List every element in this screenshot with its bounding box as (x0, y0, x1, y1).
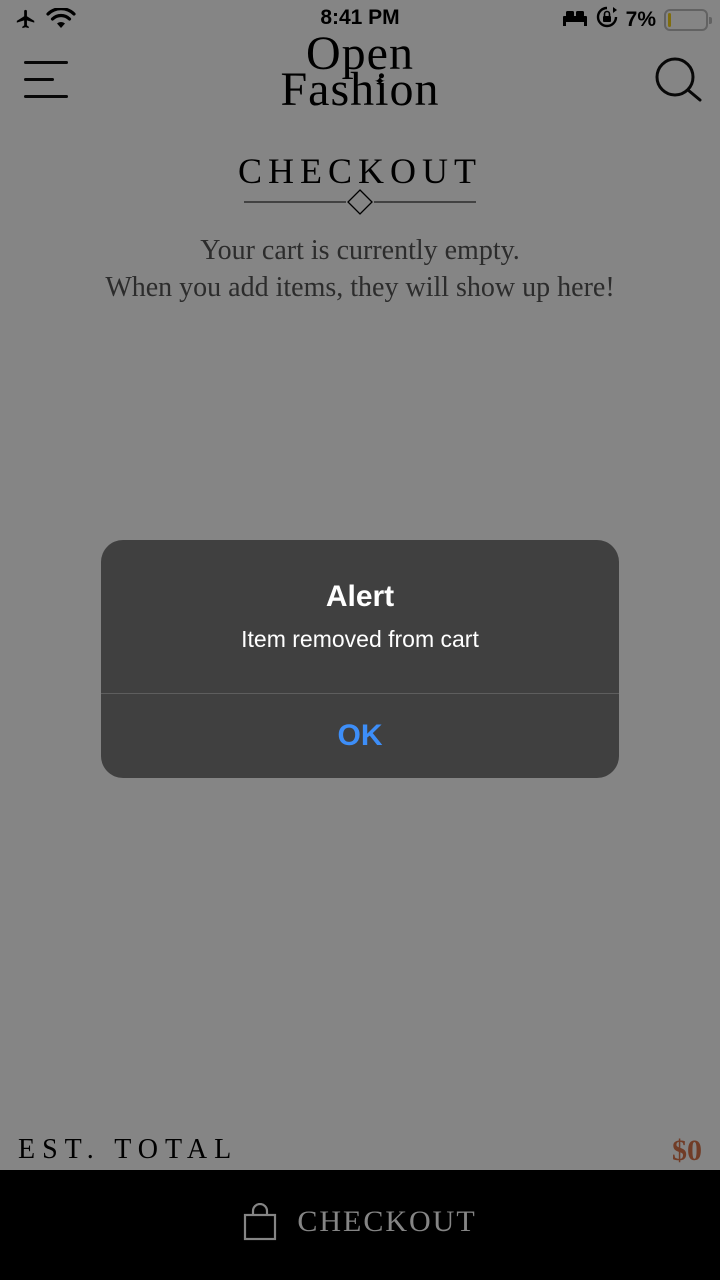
alert-title: Alert (325, 580, 395, 613)
alert-ok-button[interactable]: OK (101, 694, 619, 778)
alert-message: Item removed from cart (241, 626, 479, 652)
alert-dialog: Alert Item removed from cart OK (101, 540, 619, 778)
